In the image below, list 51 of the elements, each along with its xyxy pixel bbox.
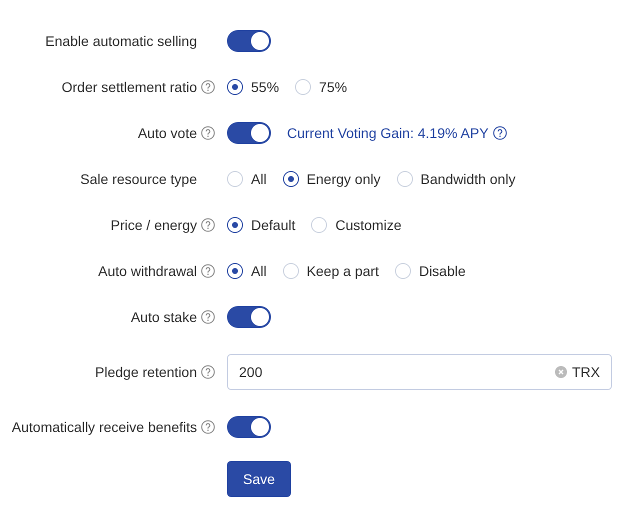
radio-option[interactable]: Customize <box>311 217 402 233</box>
field-label: Price / energy <box>110 217 197 233</box>
help-icon[interactable] <box>201 365 215 379</box>
input-field[interactable]: 200 TRX <box>227 354 612 390</box>
option-label: Keep a part <box>306 263 379 279</box>
radio-option[interactable]: 55% <box>227 79 280 95</box>
voting-gain-text: Current Voting Gain: 4.19% APY <box>287 125 489 141</box>
help-icon[interactable] <box>201 264 215 278</box>
field-label: Order settlement ratio <box>62 79 197 95</box>
radio-button[interactable] <box>227 217 243 233</box>
radio-option[interactable]: Disable <box>394 263 466 279</box>
field-label: Auto vote <box>138 125 197 141</box>
option-label: 75% <box>319 79 348 95</box>
toggle-switch[interactable] <box>227 416 271 438</box>
toggle-switch[interactable] <box>227 306 271 328</box>
field-label: Automatically receive benefits <box>12 419 197 435</box>
field-label: Sale resource type <box>80 171 197 187</box>
help-icon[interactable] <box>492 126 507 140</box>
toggle-switch[interactable] <box>227 30 271 52</box>
help-icon[interactable] <box>201 218 215 232</box>
radio-option[interactable]: All <box>227 171 267 187</box>
help-icon[interactable] <box>201 126 215 140</box>
option-label: All <box>251 171 267 187</box>
toggle-switch[interactable] <box>227 122 271 144</box>
radio-option[interactable]: Energy only <box>282 171 380 187</box>
radio-option[interactable]: 75% <box>295 79 348 95</box>
help-icon[interactable] <box>201 420 215 434</box>
field-label: Enable automatic selling <box>45 33 197 49</box>
field-label: Auto withdrawal <box>98 263 197 279</box>
unit-label: TRX <box>572 364 600 380</box>
field-value: 200 <box>239 364 262 380</box>
radio-option[interactable]: Keep a part <box>282 263 379 279</box>
option-label: Disable <box>418 263 466 279</box>
help-icon[interactable] <box>201 310 215 324</box>
clear-icon[interactable] <box>555 366 567 378</box>
option-label: 55% <box>251 79 280 95</box>
radio-option[interactable]: Bandwidth only <box>396 171 516 187</box>
help-icon[interactable] <box>201 80 215 94</box>
save-button[interactable]: Save <box>227 461 291 497</box>
option-label: Energy only <box>306 171 380 187</box>
field-label: Pledge retention <box>95 364 197 380</box>
radio-button[interactable] <box>227 79 243 95</box>
option-label: Customize <box>335 217 402 233</box>
radio-option[interactable]: Default <box>227 217 296 233</box>
radio-button[interactable] <box>227 263 243 279</box>
field-label: Auto stake <box>130 309 197 325</box>
radio-button[interactable] <box>282 171 299 187</box>
option-label: Bandwidth only <box>420 171 516 187</box>
radio-option[interactable]: All <box>227 263 267 279</box>
option-label: All <box>251 263 267 279</box>
option-label: Default <box>251 217 296 233</box>
